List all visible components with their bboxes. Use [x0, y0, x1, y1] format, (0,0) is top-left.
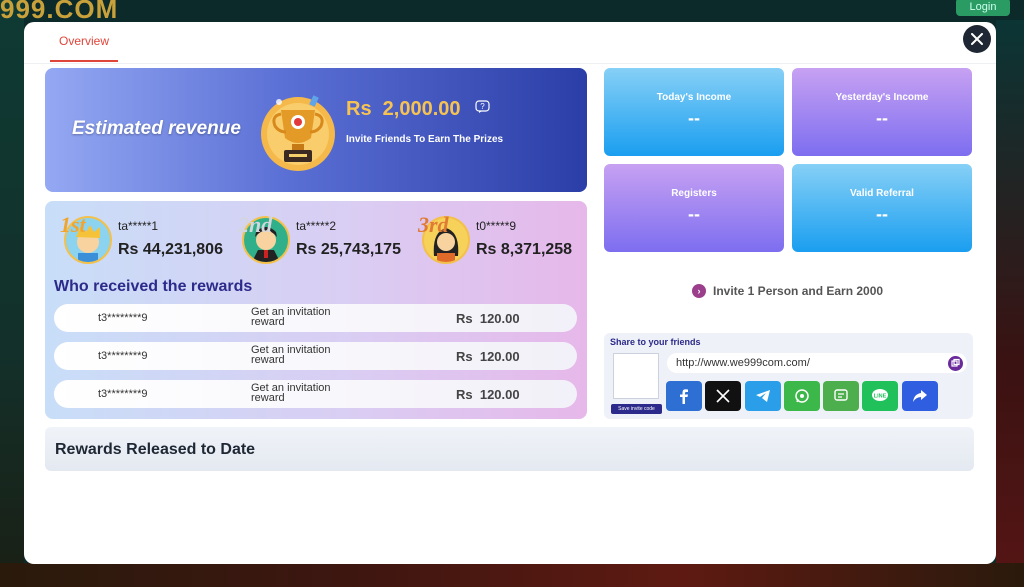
list-item: t3********9 Get an invitation reward Rs … — [54, 342, 577, 370]
share-whatsapp-button[interactable] — [784, 381, 820, 411]
rank-2-username: ta*****2 — [296, 219, 337, 233]
facebook-icon — [680, 389, 688, 404]
stat-label: Registers — [671, 188, 717, 199]
reward-user: t3********9 — [98, 312, 148, 324]
help-icon[interactable]: ? — [475, 100, 490, 114]
rank-3-amount: Rs 8,371,258 — [476, 241, 573, 258]
list-item: t3********9 Get an invitation reward Rs … — [54, 304, 577, 332]
backdrop-bottom-panel — [0, 563, 1024, 587]
stat-value: -- — [688, 108, 700, 128]
share-telegram-button[interactable] — [745, 381, 781, 411]
reward-description: Get an invitation reward — [251, 306, 331, 328]
stat-card-yesterdays-income: Yesterday's Income -- — [792, 68, 972, 156]
banner-title: Estimated revenue — [72, 118, 241, 139]
backdrop-login-button: Login — [956, 0, 1010, 16]
share-sms-button[interactable] — [823, 381, 859, 411]
rewards-released-title: Rewards Released to Date — [55, 441, 256, 458]
share-panel: Share to your friends Save invite code h… — [604, 333, 973, 419]
rank-3-medal: 3rd — [418, 212, 449, 237]
close-button[interactable] — [963, 25, 991, 53]
stat-card-todays-income: Today's Income -- — [604, 68, 784, 156]
stat-value: -- — [876, 204, 888, 224]
backdrop-right-panel — [996, 20, 1024, 587]
line-icon: LINE — [872, 389, 888, 401]
leaderboard-panel: 1st ta*****1 Rs 44,231,806 2nd ta*****2 … — [45, 201, 587, 419]
tab-overview[interactable]: Overview — [50, 22, 118, 62]
revenue-amount: Rs 2,000.00 — [346, 98, 461, 120]
whatsapp-icon — [795, 389, 809, 403]
share-title: Share to your friends — [610, 337, 701, 347]
stat-label: Yesterday's Income — [835, 92, 929, 103]
share-x-button[interactable] — [705, 381, 741, 411]
list-item: t3********9 Get an invitation reward Rs … — [54, 380, 577, 408]
stat-card-valid-referral: Valid Referral -- — [792, 164, 972, 252]
invite-url: http://www.we999com.com/ — [676, 357, 810, 369]
backdrop-left-panel — [0, 0, 24, 587]
sms-icon — [834, 389, 848, 401]
telegram-icon — [756, 390, 770, 402]
reward-amount: Rs 120.00 — [456, 349, 520, 364]
banner-subtitle: Invite Friends To Earn The Prizes — [346, 134, 504, 145]
stat-label: Today's Income — [656, 92, 732, 103]
reward-description: Get an invitation reward — [251, 344, 331, 366]
invite-modal: Overview Estimated revenue Rs 2,000.00 ? — [24, 22, 996, 564]
invite-earn-text: Invite 1 Person and Earn 2000 — [713, 284, 884, 298]
share-icon — [913, 390, 927, 402]
stat-label: Valid Referral — [850, 188, 914, 199]
share-more-button[interactable] — [902, 381, 938, 411]
reward-amount: Rs 120.00 — [456, 311, 520, 326]
invite-earn-link[interactable]: › Invite 1 Person and Earn 2000 — [692, 284, 883, 298]
stat-card-registers: Registers -- — [604, 164, 784, 252]
qr-code — [613, 353, 659, 399]
tab-bar: Overview — [24, 22, 996, 64]
rewards-released-section: Rewards Released to Date — [45, 427, 974, 471]
rank-1-amount: Rs 44,231,806 — [118, 241, 223, 258]
reward-user: t3********9 — [98, 350, 148, 362]
copy-icon[interactable] — [948, 356, 963, 371]
invite-url-field[interactable]: http://www.we999com.com/ — [667, 353, 967, 373]
svg-text:?: ? — [480, 102, 485, 111]
rank-1-username: ta*****1 — [118, 219, 159, 233]
stat-value: -- — [876, 108, 888, 128]
close-icon — [971, 33, 983, 45]
rank-1-medal: 1st — [60, 212, 86, 237]
chevron-right-icon: › — [692, 284, 706, 298]
rank-2-medal: 2nd — [238, 212, 273, 237]
share-line-button[interactable]: LINE — [862, 381, 898, 411]
trophy-icon — [261, 95, 335, 171]
reward-user: t3********9 — [98, 388, 148, 400]
x-twitter-icon — [716, 389, 730, 403]
reward-description: Get an invitation reward — [251, 382, 331, 404]
rank-3-username: t0*****9 — [476, 219, 517, 233]
rank-2-amount: Rs 25,743,175 — [296, 241, 401, 258]
share-facebook-button[interactable] — [666, 381, 702, 411]
reward-amount: Rs 120.00 — [456, 387, 520, 402]
revenue-banner: Estimated revenue Rs 2,000.00 ? Invite F… — [45, 68, 587, 192]
stat-value: -- — [688, 204, 700, 224]
rewards-title: Who received the rewards — [54, 278, 253, 295]
save-invite-code-button[interactable]: Save invite code — [611, 404, 662, 414]
svg-text:LINE: LINE — [874, 394, 887, 400]
